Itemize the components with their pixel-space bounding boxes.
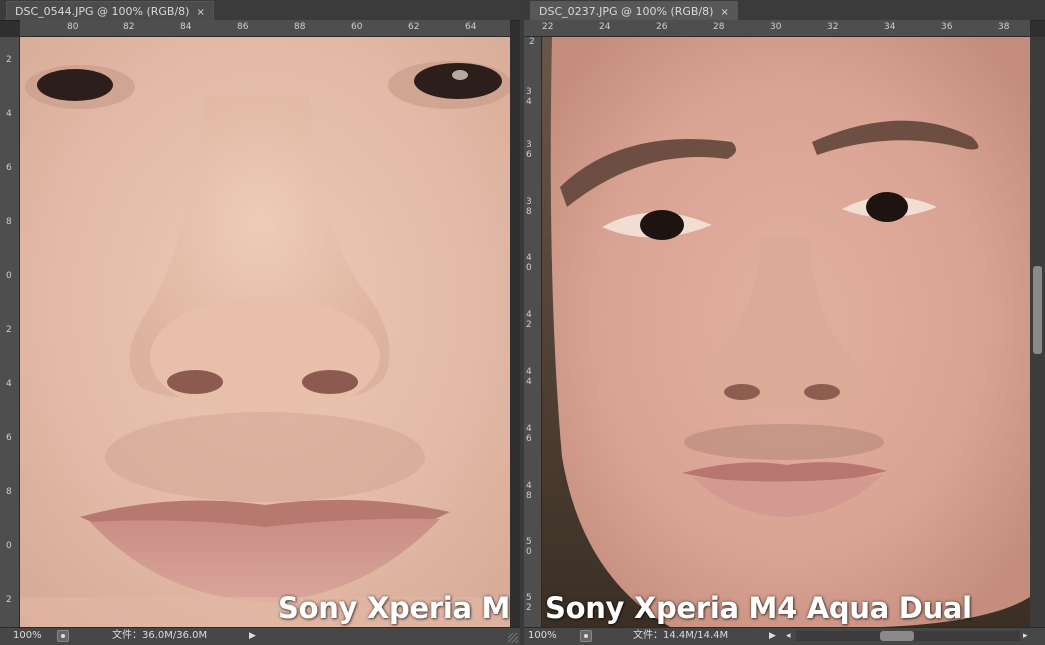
ruler-label: 4 [6, 379, 12, 389]
ruler-label: 34 [884, 22, 896, 32]
right-caption: Sony Xperia M4 Aqua Dual [545, 591, 972, 625]
horizontal-scroll-thumb[interactable] [880, 631, 914, 641]
left-photo-canvas[interactable]: Sony Xperia M5 [20, 37, 510, 628]
file-size-info: 文件：36.0M/36.0M [112, 630, 208, 641]
vertical-scroll-thumb[interactable] [1033, 266, 1042, 354]
ruler-label: 50 [526, 537, 532, 557]
left-status-bar: 100% 文件：36.0M/36.0M ▶ [0, 627, 520, 645]
ruler-label: 52 [526, 593, 532, 613]
left-ruler-vertical: 2 4 6 8 0 2 4 6 8 0 2 [0, 37, 20, 628]
resize-grip-icon[interactable] [508, 633, 518, 643]
ruler-label: 48 [526, 481, 532, 501]
face-portrait-photo [542, 37, 1030, 628]
left-tab-title: DSC_0544.JPG @ 100% (RGB/8) [15, 5, 190, 18]
ruler-label: 4 [6, 109, 12, 119]
ruler-label: 44 [526, 367, 532, 387]
vertical-scrollbar[interactable] [1030, 37, 1045, 628]
ruler-label: 8 [6, 487, 12, 497]
left-document-window: DSC_0544.JPG @ 100% (RGB/8) × 80 82 84 86… [0, 0, 520, 645]
status-info-icon[interactable] [57, 630, 69, 642]
face-closeup-photo [20, 37, 510, 628]
ruler-label: 84 [180, 22, 192, 32]
ruler-label: 0 [6, 541, 12, 551]
right-tab-title: DSC_0237.JPG @ 100% (RGB/8) [539, 5, 714, 18]
scroll-right-arrow-icon[interactable]: ▸ [1023, 628, 1028, 644]
zoom-level[interactable]: 100% [13, 628, 42, 644]
ruler-label: 32 [827, 22, 839, 32]
file-size-info: 文件：14.4M/14.4M [633, 630, 729, 641]
ruler-label: 46 [526, 424, 532, 444]
horizontal-scrollbar[interactable] [796, 631, 1020, 641]
ruler-label: 40 [526, 253, 532, 273]
ruler-label: 30 [770, 22, 782, 32]
ruler-label: 22 [542, 22, 554, 32]
ruler-label: 2 [6, 55, 12, 65]
ruler-label: 36 [526, 140, 532, 160]
ruler-label: 88 [294, 22, 306, 32]
ruler-label: 24 [599, 22, 611, 32]
ruler-label: 8 [6, 217, 12, 227]
ruler-label: 2 [529, 37, 535, 47]
right-document-tab[interactable]: DSC_0237.JPG @ 100% (RGB/8) × [530, 1, 738, 20]
status-menu-arrow-icon[interactable]: ▶ [769, 628, 776, 644]
right-status-bar: 100% 文件：14.4M/14.4M ▶ ◂ ▸ [524, 627, 1045, 645]
ruler-label: 26 [656, 22, 668, 32]
left-caption: Sony Xperia M5 [278, 591, 510, 625]
left-tab-bar: DSC_0544.JPG @ 100% (RGB/8) × [0, 0, 520, 21]
ruler-label: 34 [526, 87, 532, 107]
ruler-label: 38 [998, 22, 1010, 32]
right-tab-bar: DSC_0237.JPG @ 100% (RGB/8) × [524, 0, 1045, 21]
ruler-label: 80 [67, 22, 79, 32]
ruler-label: 36 [941, 22, 953, 32]
right-document-window: DSC_0237.JPG @ 100% (RGB/8) × 22 24 26 28… [524, 0, 1045, 645]
ruler-label: 82 [123, 22, 135, 32]
status-info-icon[interactable] [580, 630, 592, 642]
ruler-label: 2 [6, 595, 12, 605]
ruler-label: 28 [713, 22, 725, 32]
status-menu-arrow-icon[interactable]: ▶ [249, 628, 256, 644]
close-icon[interactable]: × [196, 7, 204, 18]
ruler-label: 42 [526, 310, 532, 330]
left-ruler-horizontal: 80 82 84 86 88 60 62 64 [20, 20, 510, 37]
ruler-label: 38 [526, 197, 532, 217]
ruler-label: 60 [351, 22, 363, 32]
ruler-label: 86 [237, 22, 249, 32]
right-ruler-horizontal: 22 24 26 28 30 32 34 36 38 [524, 20, 1030, 37]
right-photo-canvas[interactable]: Sony Xperia M4 Aqua Dual [542, 37, 1030, 628]
ruler-label: 0 [6, 271, 12, 281]
right-ruler-vertical: 2 34 36 38 40 42 44 46 48 50 52 [524, 37, 542, 628]
ruler-label: 62 [408, 22, 420, 32]
close-icon[interactable]: × [720, 7, 728, 18]
ruler-label: 2 [6, 325, 12, 335]
left-document-tab[interactable]: DSC_0544.JPG @ 100% (RGB/8) × [6, 1, 214, 20]
ruler-label: 64 [465, 22, 477, 32]
scroll-left-arrow-icon[interactable]: ◂ [786, 628, 791, 644]
ruler-label: 6 [6, 433, 12, 443]
ruler-label: 6 [6, 163, 12, 173]
zoom-level[interactable]: 100% [528, 628, 557, 644]
